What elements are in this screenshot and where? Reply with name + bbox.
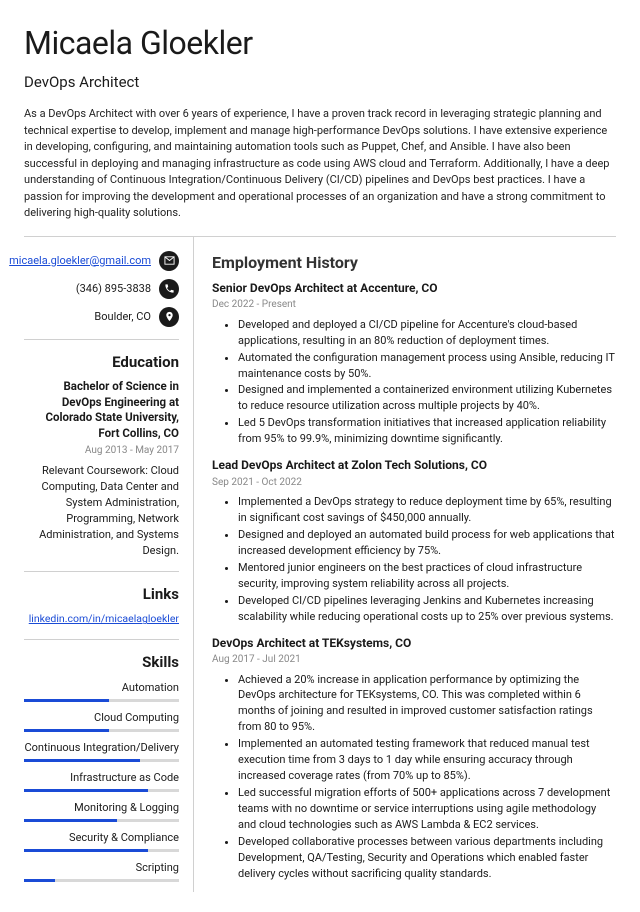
contact-phone-row: (346) 895-3838: [24, 279, 179, 299]
skill-bar: [24, 879, 179, 882]
columns: micaela.gloekler@gmail.com (346) 895-383…: [24, 236, 616, 892]
job-bullet: Designed and deployed an automated build…: [238, 527, 616, 559]
education-desc: Relevant Coursework: Cloud Computing, Da…: [24, 463, 179, 559]
skill-bar: [24, 819, 179, 822]
job-bullet: Developed collaborative processes betwee…: [238, 834, 616, 882]
job-bullet: Implemented an automated testing framewo…: [238, 736, 616, 784]
skill-item: Scripting: [24, 860, 179, 882]
skill-fill: [24, 879, 55, 882]
skills-section: Skills Automation Cloud Computing Continuo…: [24, 639, 179, 881]
phone-icon: [159, 279, 179, 299]
contact-email-row: micaela.gloekler@gmail.com: [24, 251, 179, 271]
location-icon: [159, 307, 179, 327]
skill-fill: [24, 819, 117, 822]
job-bullets: Developed and deployed a CI/CD pipeline …: [212, 317, 616, 448]
skill-item: Infrastructure as Code: [24, 770, 179, 792]
education-section: Education Bachelor of Science in DevOps …: [24, 339, 179, 559]
links-heading: Links: [24, 584, 179, 606]
location-text: Boulder, CO: [94, 309, 151, 325]
skill-fill: [24, 699, 109, 702]
skills-heading: Skills: [24, 652, 179, 674]
job-bullet: Led 5 DevOps transformation initiatives …: [238, 415, 616, 447]
skill-name: Monitoring & Logging: [24, 800, 179, 816]
skill-name: Infrastructure as Code: [24, 770, 179, 786]
job-bullet: Designed and implemented a containerized…: [238, 382, 616, 414]
job-bullet: Led successful migration efforts of 500+…: [238, 785, 616, 833]
education-degree: Bachelor of Science in DevOps Engineerin…: [24, 379, 179, 441]
person-name: Micaela Gloekler: [24, 20, 616, 66]
education-heading: Education: [24, 352, 179, 374]
person-title: DevOps Architect: [24, 72, 616, 94]
employment-heading: Employment History: [212, 251, 616, 274]
right-column: Employment History Senior DevOps Archite…: [194, 237, 616, 892]
resume-page: Micaela Gloekler DevOps Architect As a D…: [0, 0, 640, 912]
job-bullet: Implemented a DevOps strategy to reduce …: [238, 494, 616, 526]
job-bullet: Mentored junior engineers on the best pr…: [238, 560, 616, 592]
skill-item: Automation: [24, 680, 179, 702]
skill-bar: [24, 729, 179, 732]
skill-bar: [24, 789, 179, 792]
job-title: DevOps Architect at TEKsystems, CO: [212, 635, 616, 652]
mail-icon: [159, 251, 179, 271]
email-link[interactable]: micaela.gloekler@gmail.com: [9, 253, 151, 269]
job-bullets: Implemented a DevOps strategy to reduce …: [212, 494, 616, 625]
skill-bar: [24, 699, 179, 702]
skill-name: Continuous Integration/Delivery: [24, 740, 179, 756]
job-bullet: Achieved a 20% increase in application p…: [238, 672, 616, 736]
summary-text: As a DevOps Architect with over 6 years …: [24, 106, 616, 222]
skill-name: Security & Compliance: [24, 830, 179, 846]
phone-text: (346) 895-3838: [76, 281, 151, 297]
skill-fill: [24, 759, 140, 762]
job-bullet: Developed and deployed a CI/CD pipeline …: [238, 317, 616, 349]
job-item: DevOps Architect at TEKsystems, COAug 20…: [212, 635, 616, 882]
job-title: Lead DevOps Architect at Zolon Tech Solu…: [212, 457, 616, 474]
job-bullet: Automated the configuration management p…: [238, 350, 616, 382]
skill-item: Continuous Integration/Delivery: [24, 740, 179, 762]
skill-fill: [24, 849, 148, 852]
job-dates: Sep 2021 - Oct 2022: [212, 476, 616, 491]
skill-item: Security & Compliance: [24, 830, 179, 852]
skill-bar: [24, 759, 179, 762]
skill-bar: [24, 849, 179, 852]
left-column: micaela.gloekler@gmail.com (346) 895-383…: [24, 237, 194, 892]
skill-fill: [24, 789, 148, 792]
job-dates: Dec 2022 - Present: [212, 298, 616, 313]
contact-location-row: Boulder, CO: [24, 307, 179, 327]
job-item: Senior DevOps Architect at Accenture, CO…: [212, 280, 616, 447]
skill-name: Automation: [24, 680, 179, 696]
skill-name: Cloud Computing: [24, 710, 179, 726]
job-item: Lead DevOps Architect at Zolon Tech Solu…: [212, 457, 616, 624]
links-section: Links linkedin.com/in/micaelagloekler: [24, 571, 179, 628]
skill-item: Monitoring & Logging: [24, 800, 179, 822]
job-bullets: Achieved a 20% increase in application p…: [212, 672, 616, 882]
skill-fill: [24, 729, 109, 732]
education-dates: Aug 2013 - May 2017: [24, 444, 179, 459]
job-title: Senior DevOps Architect at Accenture, CO: [212, 280, 616, 297]
job-bullet: Developed CI/CD pipelines leveraging Jen…: [238, 593, 616, 625]
job-dates: Aug 2017 - Jul 2021: [212, 653, 616, 668]
skill-name: Scripting: [24, 860, 179, 876]
skill-item: Cloud Computing: [24, 710, 179, 732]
link-item[interactable]: linkedin.com/in/micaelagloekler: [29, 612, 179, 625]
